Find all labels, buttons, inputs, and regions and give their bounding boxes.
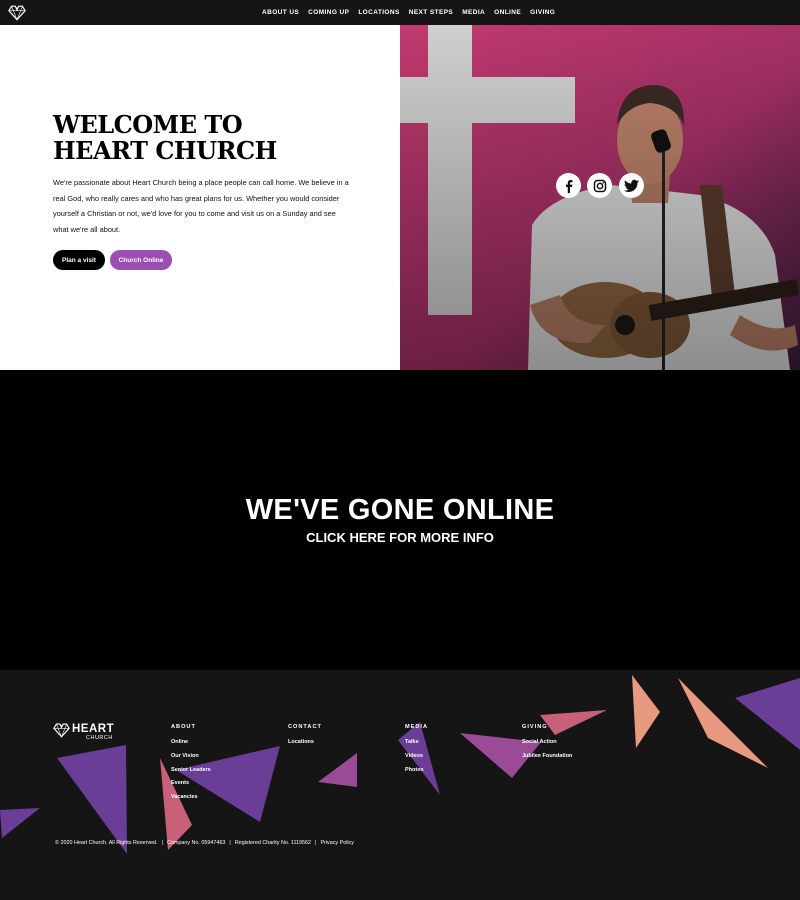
footer-column-about: ABOUT Online Our Vision Senior Leaders E… (171, 724, 211, 808)
footer-link-online[interactable]: Online (171, 739, 211, 753)
hero-title-line1: WELCOME TO (53, 110, 243, 139)
nav-item-giving[interactable]: GIVING (530, 9, 555, 16)
footer-link-vacancies[interactable]: Vacancies (171, 794, 211, 808)
footer-brand-sub: CHURCH (86, 735, 113, 741)
nav-item-locations[interactable]: LOCATIONS (358, 9, 399, 16)
instagram-link[interactable] (587, 173, 612, 198)
hero-description: We're passionate about Heart Church bein… (53, 178, 349, 234)
plan-visit-button[interactable]: Plan a visit (53, 250, 105, 270)
twitter-icon (624, 179, 639, 192)
nav-item-coming-up[interactable]: COMING UP (308, 9, 349, 16)
banner-more-info-link[interactable]: CLICK HERE FOR MORE INFO (0, 530, 800, 545)
twitter-link[interactable] (619, 173, 644, 198)
hero-title: WELCOME TO HEART CHURCH (53, 112, 353, 164)
decorative-triangles (0, 675, 800, 854)
heart-logo-icon (53, 723, 70, 738)
footer-logo[interactable]: HEART CHURCH (53, 722, 123, 742)
facebook-icon (565, 179, 572, 193)
footer-heading-contact: CONTACT (288, 724, 322, 730)
top-nav: ABOUT US COMING UP LOCATIONS NEXT STEPS … (0, 0, 800, 25)
footer-link-photos[interactable]: Photos (405, 767, 428, 781)
footer-link-locations[interactable]: Locations (288, 739, 322, 753)
privacy-policy-link[interactable]: Privacy Policy (320, 840, 354, 846)
footer-link-events[interactable]: Events (171, 780, 211, 794)
hero-title-line2: HEART CHURCH (53, 136, 277, 165)
footer-column-giving: GIVING Social Action Jubilee Foundation (522, 724, 572, 767)
footer-link-jubilee-foundation[interactable]: Jubilee Foundation (522, 753, 572, 767)
nav-item-about-us[interactable]: ABOUT US (262, 9, 299, 16)
nav-menu: ABOUT US COMING UP LOCATIONS NEXT STEPS … (262, 0, 555, 25)
footer-heading-about: ABOUT (171, 724, 196, 730)
heart-logo-icon[interactable] (8, 4, 26, 21)
online-banner[interactable]: WE'VE GONE ONLINE CLICK HERE FOR MORE IN… (0, 370, 800, 670)
footer-brand-name: HEART (72, 723, 115, 735)
hero-intro: WELCOME TO HEART CHURCH We're passionate… (0, 25, 400, 370)
footer-link-talks[interactable]: Talks (405, 739, 428, 753)
separator: | (161, 840, 163, 846)
hero-photo (400, 25, 800, 370)
company-number: Company No. 05947463 (166, 840, 226, 846)
church-online-button[interactable]: Church Online (110, 250, 172, 270)
charity-number: Registered Charity No. 1119562 (234, 840, 312, 846)
footer-column-media: MEDIA Talks Videos Photos (405, 724, 428, 780)
instagram-icon (593, 179, 606, 192)
nav-item-next-steps[interactable]: NEXT STEPS (409, 9, 453, 16)
separator: | (315, 840, 317, 846)
footer-heading-media: MEDIA (405, 724, 429, 730)
banner-title[interactable]: WE'VE GONE ONLINE (0, 494, 800, 527)
copyright-text: © 2020 Heart Church. All Rights Reserved… (55, 840, 158, 846)
footer-link-senior-leaders[interactable]: Senior Leaders (171, 767, 211, 781)
separator: | (229, 840, 231, 846)
footer-column-contact: CONTACT Locations (288, 724, 322, 753)
footer-link-our-vision[interactable]: Our Vision (171, 753, 211, 767)
footer-legal: © 2020 Heart Church. All Rights Reserved… (55, 840, 354, 846)
footer-link-social-action[interactable]: Social Action (522, 739, 572, 753)
site-footer: HEART CHURCH ABOUT Online Our Vision Sen… (0, 670, 800, 900)
nav-item-media[interactable]: MEDIA (462, 9, 485, 16)
nav-item-online[interactable]: ONLINE (494, 9, 521, 16)
footer-link-videos[interactable]: Videos (405, 753, 428, 767)
footer-heading-giving: GIVING (522, 724, 548, 730)
facebook-link[interactable] (556, 173, 581, 198)
